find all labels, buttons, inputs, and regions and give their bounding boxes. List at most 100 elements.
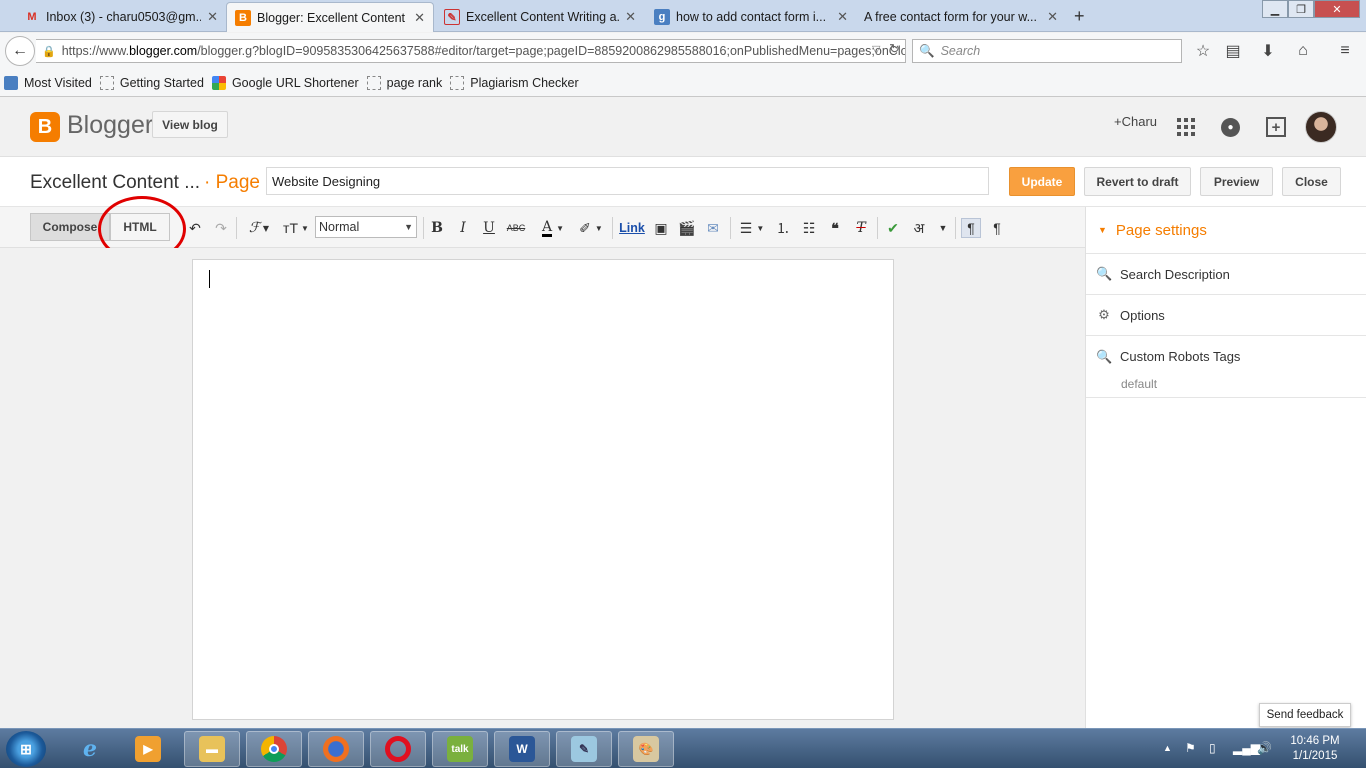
- opera-icon[interactable]: [370, 731, 426, 767]
- bullet-list-icon[interactable]: ☷: [799, 218, 819, 238]
- system-clock[interactable]: 10:46 PM 1/1/2015: [1280, 734, 1350, 764]
- bookmark-url-shortener[interactable]: Google URL Shortener: [211, 75, 359, 90]
- bookmark-getting-started[interactable]: Getting Started: [99, 75, 204, 90]
- triangle-down-icon: ▼: [1098, 225, 1107, 235]
- undo-icon[interactable]: ↶: [186, 218, 204, 238]
- search-field[interactable]: 🔍 Search: [912, 39, 1182, 63]
- device-icon[interactable]: ▯: [1209, 741, 1216, 755]
- close-tab-icon[interactable]: ✕: [1047, 9, 1058, 25]
- network-icon[interactable]: ▂▄▆: [1233, 741, 1260, 755]
- close-tab-icon[interactable]: ✕: [625, 9, 636, 25]
- italic-icon[interactable]: I: [455, 218, 471, 238]
- internet-explorer-icon[interactable]: e: [62, 731, 118, 767]
- share-plus-icon[interactable]: +: [1266, 117, 1286, 137]
- volume-icon[interactable]: 🔊: [1257, 741, 1272, 755]
- blogger-icon: B: [235, 9, 251, 26]
- menu-icon[interactable]: ≡: [1334, 40, 1356, 62]
- page-title-input[interactable]: [266, 167, 989, 195]
- tab-title: Inbox (3) - charu0503@gm...: [46, 10, 202, 24]
- revert-to-draft-button[interactable]: Revert to draft: [1084, 167, 1191, 196]
- close-tab-icon[interactable]: ✕: [837, 9, 848, 25]
- tab-google-search[interactable]: g how to add contact form i... ✕: [646, 2, 856, 32]
- reload-icon[interactable]: ↻: [889, 41, 900, 57]
- blockquote-icon[interactable]: ❝: [825, 218, 845, 238]
- options-item[interactable]: ⚙ Options: [1086, 295, 1366, 336]
- numbered-list-icon[interactable]: ⒈: [773, 218, 793, 238]
- reading-list-icon[interactable]: ▤: [1222, 40, 1244, 62]
- bookmark-most-visited[interactable]: Most Visited: [4, 75, 92, 90]
- preview-button[interactable]: Preview: [1200, 167, 1273, 196]
- app-name[interactable]: Blogger: [67, 111, 153, 140]
- word-icon[interactable]: W: [494, 731, 550, 767]
- bookmark-label: page rank: [386, 75, 443, 90]
- minimize-icon[interactable]: ▁: [1262, 0, 1288, 18]
- notification-bell-icon[interactable]: ●: [1221, 118, 1240, 137]
- close-tab-icon[interactable]: ✕: [414, 10, 425, 26]
- insert-jump-break-icon[interactable]: ✉: [703, 218, 723, 238]
- apps-grid-icon[interactable]: [1177, 118, 1195, 136]
- bookmark-plagiarism-checker[interactable]: Plagiarism Checker: [450, 75, 579, 90]
- close-button[interactable]: Close: [1282, 167, 1341, 196]
- firefox-icon[interactable]: [308, 731, 364, 767]
- file-explorer-icon[interactable]: ▬: [184, 731, 240, 767]
- download-icon[interactable]: ⬇: [1257, 40, 1279, 62]
- search-description-item[interactable]: 🔍 Search Description: [1086, 254, 1366, 295]
- post-body-editor[interactable]: [192, 259, 894, 720]
- toolbar-divider: [730, 217, 731, 239]
- send-feedback-button[interactable]: Send feedback: [1259, 703, 1351, 727]
- underline-icon[interactable]: U: [481, 218, 497, 238]
- media-player-icon[interactable]: ▶: [120, 731, 176, 767]
- bold-icon[interactable]: B: [429, 218, 445, 238]
- input-tools-icon[interactable]: अ: [909, 218, 929, 238]
- spellcheck-icon[interactable]: ✔: [883, 218, 903, 238]
- paragraph-format-select[interactable]: Normal ▼: [315, 216, 417, 238]
- remove-formatting-icon[interactable]: T: [851, 218, 871, 238]
- close-tab-icon[interactable]: ✕: [207, 9, 218, 25]
- strikethrough-icon[interactable]: ABC: [506, 218, 526, 238]
- lock-icon: 🔒: [42, 45, 56, 58]
- page-settings-sidebar: ▼ Page settings 🔍 Search Description ⚙ O…: [1085, 207, 1366, 728]
- redo-icon[interactable]: ↷: [212, 218, 230, 238]
- text-color-icon[interactable]: A ▼: [538, 218, 568, 238]
- blogger-logo-icon[interactable]: B: [30, 112, 60, 142]
- address-bar[interactable]: 🔒 https://www. blogger.com/blogger.g?blog…: [36, 39, 906, 63]
- avatar[interactable]: [1305, 111, 1337, 143]
- page-settings-heading[interactable]: ▼ Page settings: [1086, 207, 1366, 254]
- align-icon[interactable]: ☰ ▼: [737, 218, 767, 238]
- font-family-icon[interactable]: ℱ ▼: [244, 218, 274, 238]
- tab-gmail[interactable]: M Inbox (3) - charu0503@gm... ✕: [16, 2, 226, 32]
- highlight-color-icon[interactable]: ✐ ▼: [576, 218, 606, 238]
- user-profile-link[interactable]: +Charu: [1114, 114, 1157, 129]
- start-button-icon[interactable]: ⊞: [6, 731, 46, 767]
- home-icon[interactable]: ⌂: [1292, 40, 1314, 62]
- tab-blogger[interactable]: B Blogger: Excellent Content ... ✕: [226, 2, 434, 32]
- new-tab-button[interactable]: +: [1074, 6, 1085, 27]
- input-tools-chevron-icon[interactable]: ▼: [935, 218, 951, 238]
- tab-contact-form[interactable]: A free contact form for your w... ✕: [856, 2, 1066, 32]
- paint-icon[interactable]: 🎨: [618, 731, 674, 767]
- tab-content-writing[interactable]: ✎ Excellent Content Writing a... ✕: [436, 2, 644, 32]
- insert-video-icon[interactable]: 🎬: [677, 218, 697, 238]
- bookmark-star-icon[interactable]: ☆: [1192, 40, 1214, 62]
- url-path: /blogger.g?blogID=9095835306425637588#ed…: [197, 44, 906, 58]
- back-arrow-icon[interactable]: ←: [5, 36, 35, 66]
- restore-icon[interactable]: ❐: [1288, 0, 1314, 18]
- right-to-left-icon[interactable]: ¶: [988, 218, 1006, 238]
- view-blog-button[interactable]: View blog: [152, 111, 228, 138]
- show-hidden-icons-icon[interactable]: ▲: [1163, 743, 1172, 753]
- update-button[interactable]: Update: [1009, 167, 1075, 196]
- google-talk-icon[interactable]: talk: [432, 731, 488, 767]
- search-placeholder: Search: [940, 44, 981, 58]
- bookmark-label: Most Visited: [24, 75, 92, 90]
- insert-link-button[interactable]: Link: [619, 218, 645, 238]
- url-dropdown-icon[interactable]: ▽: [872, 43, 880, 56]
- chrome-icon[interactable]: [246, 731, 302, 767]
- font-size-icon[interactable]: тT ▼: [280, 218, 312, 238]
- bookmark-page-rank[interactable]: page rank: [366, 75, 443, 90]
- insert-image-icon[interactable]: ▣: [651, 218, 671, 238]
- notepad-icon[interactable]: ✎: [556, 731, 612, 767]
- left-to-right-icon[interactable]: ¶: [961, 218, 981, 238]
- close-window-icon[interactable]: ✕: [1314, 0, 1360, 18]
- page-type-label: · Page: [204, 172, 260, 193]
- action-center-icon[interactable]: ⚑: [1185, 741, 1196, 755]
